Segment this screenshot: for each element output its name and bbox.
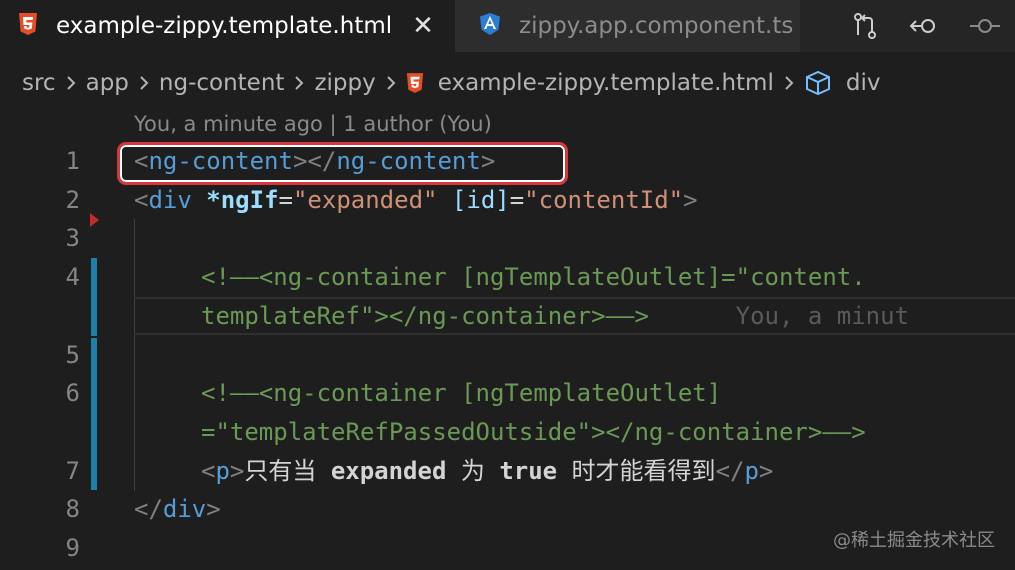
tab-bar: example-zippy.template.html ✕ zippy.app.… [0, 0, 1015, 52]
tag-name: p [215, 457, 230, 485]
tag-bracket: </ [134, 495, 163, 523]
line-number: 8 [65, 495, 80, 523]
tag-bracket: > [758, 457, 774, 485]
code-line-4[interactable]: <!——<ng-container [ngTemplateOutlet]="co… [201, 258, 866, 296]
tag-bracket: </ [715, 457, 745, 485]
attribute-value: "contentId" [524, 186, 684, 214]
go-back-icon[interactable] [895, 0, 955, 52]
tag-bracket: < [201, 457, 216, 485]
code-line-4-wrap[interactable]: templateRef"></ng-container>——> You, a m… [201, 297, 909, 335]
chevron-right-icon [386, 75, 396, 91]
breadcrumb-item-zippy[interactable]: zippy [314, 70, 375, 96]
text-content-bold: expanded [330, 457, 447, 485]
cube-icon [804, 70, 832, 96]
breadcrumb-item-ng-content[interactable]: ng-content [159, 70, 285, 96]
code-line-8[interactable]: </div> [134, 490, 221, 528]
code-line-6-wrap[interactable]: ="templateRefPassedOutside"></ng-contain… [201, 413, 866, 451]
blame-code-lens[interactable]: You, a minute ago | 1 author (You) [134, 112, 492, 136]
line-number: 7 [65, 457, 80, 485]
highlight-annotation [117, 142, 568, 185]
line-number: 2 [65, 186, 80, 214]
git-change-bar[interactable] [91, 258, 97, 336]
tag-name: p [744, 457, 759, 485]
attribute-value: "expanded" [292, 186, 438, 214]
html5-icon [406, 72, 424, 94]
code-line-7[interactable]: <p>只有当 expanded 为 true 时才能看得到</p> [201, 452, 773, 490]
comment-text: templateRef"></ng-container>——> [201, 302, 649, 330]
close-icon[interactable]: ✕ [412, 11, 434, 41]
breadcrumb: src app ng-content zippy example-zippy.t… [22, 62, 880, 104]
indent-guide [134, 219, 135, 491]
breadcrumb-item-file[interactable]: example-zippy.template.html [438, 70, 774, 96]
go-forward-icon[interactable] [955, 0, 1015, 52]
angular-icon [479, 12, 501, 40]
tab-label: example-zippy.template.html [56, 13, 393, 39]
tag-bracket: < [134, 186, 149, 214]
line-number: 9 [65, 534, 80, 562]
tab-zippy-app-component[interactable]: zippy.app.component.ts [455, 0, 800, 52]
line-number: 5 [65, 341, 80, 369]
breadcrumb-item-src[interactable]: src [22, 70, 56, 96]
text-content-bold: true [499, 457, 558, 485]
text-content: 时才能看得到 [557, 457, 716, 485]
property-binding: [id] [451, 186, 510, 214]
html5-icon [18, 12, 38, 40]
equals-sign: = [509, 186, 525, 214]
tag-bracket: > [229, 457, 245, 485]
editor-toolbar [835, 0, 1015, 52]
chevron-right-icon [66, 75, 76, 91]
tab-example-zippy-template[interactable]: example-zippy.template.html ✕ [0, 0, 455, 52]
code-line-6[interactable]: <!——<ng-container [ngTemplateOutlet] [201, 374, 721, 412]
breadcrumb-item-app[interactable]: app [86, 70, 129, 96]
code-line-2[interactable]: <div *ngIf="expanded" [id]="contentId"> [134, 181, 698, 219]
directive-name: *ngIf [206, 186, 279, 214]
fold-marker-icon[interactable] [90, 213, 99, 227]
line-number: 4 [65, 263, 80, 291]
git-change-bar[interactable] [91, 338, 97, 490]
equals-sign: = [278, 186, 293, 214]
text-content: 只有当 [244, 457, 331, 485]
line-number: 6 [65, 379, 80, 407]
tag-bracket: > [206, 495, 221, 523]
inline-blame: You, a minut [735, 302, 910, 330]
tag-bracket: > [683, 186, 698, 214]
chevron-right-icon [294, 75, 304, 91]
line-number: 3 [65, 224, 80, 252]
tag-name: div [162, 495, 207, 523]
tab-label: zippy.app.component.ts [519, 13, 794, 39]
breadcrumb-item-symbol[interactable]: div [846, 70, 881, 96]
tag-name: div [148, 186, 192, 214]
chevron-right-icon [139, 75, 149, 91]
git-compare-icon[interactable] [835, 0, 895, 52]
line-number: 1 [65, 147, 80, 175]
text-content: 为 [446, 457, 500, 485]
chevron-right-icon [784, 75, 794, 91]
watermark: @稀土掘金技术社区 [833, 530, 995, 551]
